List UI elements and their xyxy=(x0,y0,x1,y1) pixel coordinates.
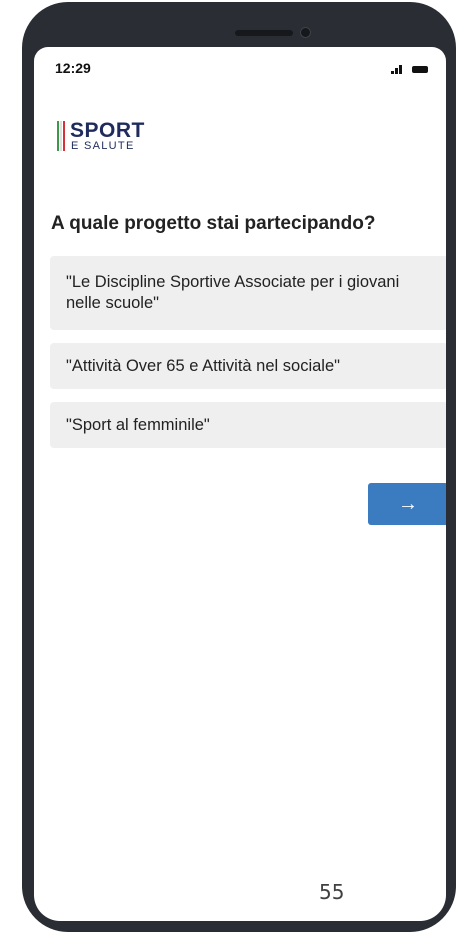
phone-screen: 12:29 SPORT E SALUTE A quale progetto st… xyxy=(34,47,446,921)
status-bar: 12:29 xyxy=(34,47,446,87)
arrow-right-icon: → xyxy=(398,492,418,515)
italian-flag-stripes xyxy=(57,121,65,151)
logo-text-salute: E SALUTE xyxy=(71,140,135,152)
option-discipline-sportive[interactable]: "Le Discipline Sportive Associate per i … xyxy=(50,256,446,330)
status-time: 12:29 xyxy=(55,60,91,76)
question-title: A quale progetto stai partecipando? xyxy=(51,213,376,234)
option-label: "Attività Over 65 e Attività nel sociale… xyxy=(66,356,341,375)
option-label: "Sport al femminile" xyxy=(66,415,210,434)
option-attivita-over-65[interactable]: "Attività Over 65 e Attività nel sociale… xyxy=(50,343,446,389)
option-sport-al-femminile[interactable]: "Sport al femminile" xyxy=(50,402,446,448)
sport-e-salute-logo: SPORT E SALUTE xyxy=(57,119,177,153)
battery-icon xyxy=(412,66,428,73)
front-camera xyxy=(300,27,311,38)
cellular-signal-icon xyxy=(391,64,405,74)
slide-page-number: 55 xyxy=(319,880,345,904)
phone-speaker xyxy=(235,30,293,36)
next-button[interactable]: → xyxy=(368,483,446,525)
option-label: "Le Discipline Sportive Associate per i … xyxy=(66,273,400,312)
